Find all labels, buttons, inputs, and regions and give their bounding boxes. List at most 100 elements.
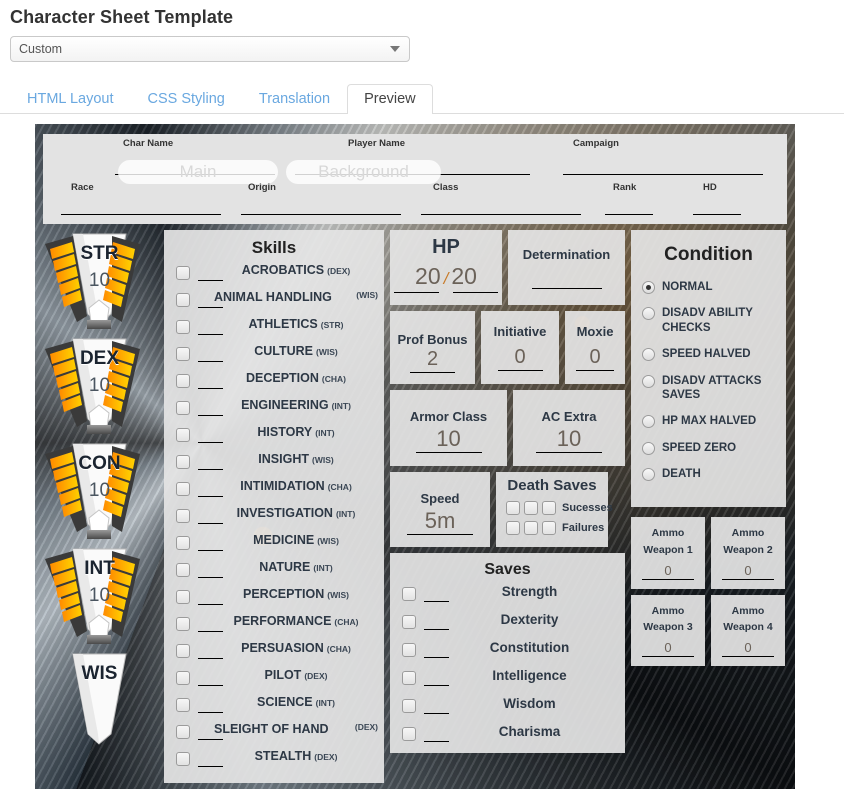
save-checkbox[interactable] (402, 699, 416, 713)
rule-hd[interactable] (693, 214, 741, 215)
skill-checkbox[interactable] (176, 698, 190, 712)
death-save-failure-checkbox[interactable] (542, 521, 556, 535)
condition-option[interactable]: SPEED ZERO (639, 441, 778, 455)
tab-html-layout[interactable]: HTML Layout (10, 84, 131, 115)
prof-bonus-rule[interactable] (410, 372, 455, 373)
save-modifier-rule[interactable] (424, 741, 449, 742)
rule-class[interactable] (421, 214, 581, 215)
skill-modifier-rule[interactable] (198, 307, 223, 308)
save-modifier-rule[interactable] (424, 713, 449, 714)
skill-modifier-rule[interactable] (198, 739, 223, 740)
save-checkbox[interactable] (402, 615, 416, 629)
skill-modifier-rule[interactable] (198, 388, 223, 389)
button-main[interactable]: Main (118, 160, 278, 184)
condition-option[interactable]: NORMAL (639, 280, 778, 294)
ammo-weapon-3-rule[interactable] (642, 656, 694, 657)
hp-max-rule[interactable] (453, 292, 498, 293)
skill-modifier-rule[interactable] (198, 550, 223, 551)
condition-radio[interactable] (642, 307, 655, 320)
skill-modifier-rule[interactable] (198, 604, 223, 605)
death-save-success-checkbox[interactable] (506, 501, 520, 515)
skill-checkbox[interactable] (176, 536, 190, 550)
condition-radio[interactable] (642, 281, 655, 294)
ability-con[interactable]: CON 10 (43, 440, 156, 539)
condition-radio[interactable] (642, 415, 655, 428)
speed-box[interactable]: Speed 5m (390, 472, 490, 547)
skill-checkbox[interactable] (176, 320, 190, 334)
ability-str[interactable]: STR 10 (43, 230, 156, 329)
ac-extra-box[interactable]: AC Extra 10 (513, 390, 625, 466)
save-checkbox[interactable] (402, 643, 416, 657)
ability-wis[interactable]: WIS (43, 650, 156, 749)
skill-checkbox[interactable] (176, 428, 190, 442)
save-modifier-rule[interactable] (424, 629, 449, 630)
rule-origin[interactable] (241, 214, 401, 215)
moxie-rule[interactable] (576, 370, 614, 371)
skill-checkbox[interactable] (176, 671, 190, 685)
condition-option[interactable]: DISADV ABILITY CHECKS (639, 306, 778, 335)
rule-race[interactable] (61, 214, 221, 215)
ac-extra-rule[interactable] (536, 452, 602, 453)
death-save-failure-checkbox[interactable] (506, 521, 520, 535)
armor-class-box[interactable]: Armor Class 10 (390, 390, 507, 466)
skill-checkbox[interactable] (176, 374, 190, 388)
save-checkbox[interactable] (402, 587, 416, 601)
skill-modifier-rule[interactable] (198, 766, 223, 767)
skill-modifier-rule[interactable] (198, 442, 223, 443)
death-save-failure-checkbox[interactable] (524, 521, 538, 535)
rule-rank[interactable] (605, 214, 653, 215)
moxie-box[interactable]: Moxie 0 (565, 311, 625, 384)
ammo-weapon-4-rule[interactable] (722, 656, 774, 657)
skill-checkbox[interactable] (176, 347, 190, 361)
armor-class-rule[interactable] (416, 452, 482, 453)
skill-modifier-rule[interactable] (198, 712, 223, 713)
skill-modifier-rule[interactable] (198, 496, 223, 497)
template-select[interactable]: Custom (10, 36, 410, 62)
death-save-success-checkbox[interactable] (524, 501, 538, 515)
skill-modifier-rule[interactable] (198, 469, 223, 470)
condition-option[interactable]: HP MAX HALVED (639, 414, 778, 428)
skill-modifier-rule[interactable] (198, 685, 223, 686)
speed-rule[interactable] (407, 534, 473, 535)
condition-radio[interactable] (642, 442, 655, 455)
ability-int[interactable]: INT 10 (43, 545, 156, 644)
hp-current-rule[interactable] (394, 292, 439, 293)
tab-preview[interactable]: Preview (347, 84, 433, 115)
ammo-weapon-3[interactable]: Ammo Weapon 3 0 (631, 595, 705, 667)
prof-bonus-box[interactable]: Prof Bonus 2 (390, 311, 475, 384)
skill-modifier-rule[interactable] (198, 577, 223, 578)
button-background[interactable]: Background (286, 160, 441, 184)
ammo-weapon-2[interactable]: Ammo Weapon 2 0 (711, 517, 785, 589)
tab-css-styling[interactable]: CSS Styling (131, 84, 242, 115)
rule-campaign[interactable] (563, 174, 763, 175)
condition-radio[interactable] (642, 375, 655, 388)
tab-translation[interactable]: Translation (242, 84, 347, 115)
skill-checkbox[interactable] (176, 563, 190, 577)
hp-box[interactable]: HP 20/20 (390, 230, 502, 305)
skill-checkbox[interactable] (176, 590, 190, 604)
save-checkbox[interactable] (402, 671, 416, 685)
skill-checkbox[interactable] (176, 293, 190, 307)
ammo-weapon-1-rule[interactable] (642, 579, 694, 580)
ammo-weapon-4[interactable]: Ammo Weapon 4 0 (711, 595, 785, 667)
skill-modifier-rule[interactable] (198, 361, 223, 362)
skill-modifier-rule[interactable] (198, 658, 223, 659)
condition-radio[interactable] (642, 468, 655, 481)
skill-checkbox[interactable] (176, 455, 190, 469)
skill-checkbox[interactable] (176, 266, 190, 280)
skill-checkbox[interactable] (176, 509, 190, 523)
initiative-rule[interactable] (498, 370, 543, 371)
skill-checkbox[interactable] (176, 401, 190, 415)
save-modifier-rule[interactable] (424, 657, 449, 658)
condition-option[interactable]: SPEED HALVED (639, 347, 778, 361)
skill-checkbox[interactable] (176, 617, 190, 631)
save-modifier-rule[interactable] (424, 601, 449, 602)
skill-checkbox[interactable] (176, 752, 190, 766)
initiative-box[interactable]: Initiative 0 (481, 311, 559, 384)
condition-radio[interactable] (642, 348, 655, 361)
skill-modifier-rule[interactable] (198, 334, 223, 335)
skill-modifier-rule[interactable] (198, 280, 223, 281)
skill-modifier-rule[interactable] (198, 415, 223, 416)
determination-rule[interactable] (532, 288, 602, 289)
save-modifier-rule[interactable] (424, 685, 449, 686)
